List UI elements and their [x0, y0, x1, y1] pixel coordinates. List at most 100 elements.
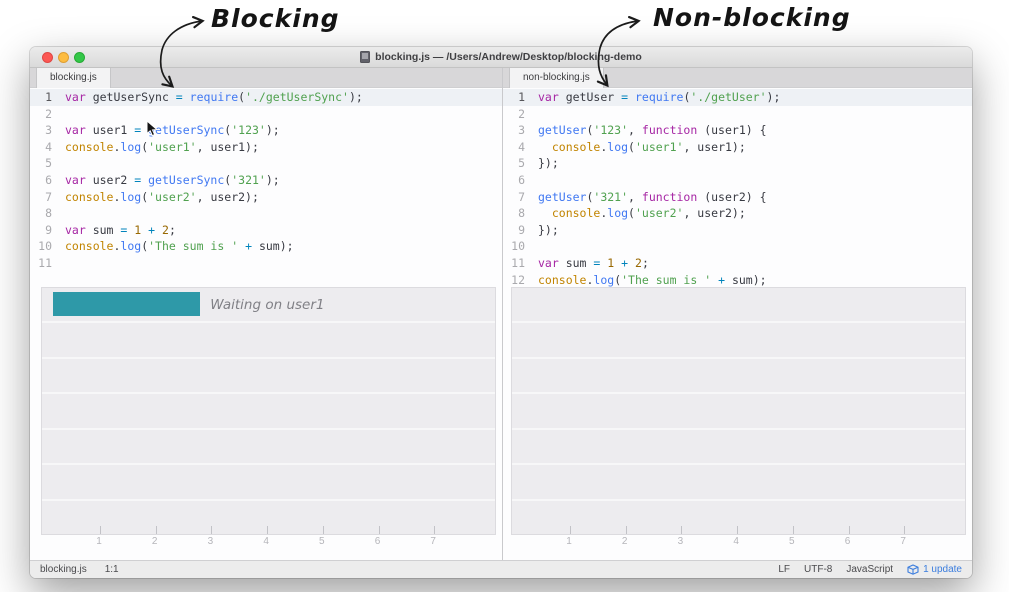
code-text: var getUser = require('./getUser'); — [525, 89, 780, 106]
code-line[interactable]: 1var getUserSync = require('./getUserSyn… — [30, 89, 502, 106]
tick-label: 2 — [152, 536, 158, 547]
pane-blocking: blocking.js 1var getUserSync = require('… — [30, 68, 502, 560]
update-link[interactable]: 1 update — [907, 564, 962, 575]
update-link-text: 1 update — [923, 564, 962, 575]
progress-bar — [53, 292, 201, 316]
close-button[interactable] — [42, 52, 53, 63]
chart-row — [512, 359, 965, 392]
line-number: 4 — [30, 139, 52, 156]
chart-row — [512, 501, 965, 534]
chart-row — [512, 430, 965, 463]
line-number: 5 — [30, 155, 52, 172]
code-line[interactable]: 8 — [30, 205, 502, 222]
tick-label: 6 — [845, 536, 851, 547]
tick-label: 5 — [789, 536, 795, 547]
status-line-ending[interactable]: LF — [778, 564, 790, 575]
chart-row — [42, 465, 495, 498]
chart-row — [42, 501, 495, 534]
line-number: 1 — [30, 89, 52, 106]
code-line[interactable]: 3var user1 = getUserSync('123'); — [30, 122, 502, 139]
minimize-button[interactable] — [58, 52, 69, 63]
code-text — [52, 155, 65, 172]
code-text — [525, 106, 538, 123]
document-icon — [360, 51, 370, 63]
chart-plot: Waiting on user1 — [41, 287, 496, 535]
code-line[interactable]: 9}); — [503, 222, 972, 239]
timeline-chart-nonblocking: 1234567 — [511, 287, 966, 549]
tick-label: 4 — [733, 536, 739, 547]
fullscreen-button[interactable] — [74, 52, 85, 63]
line-number: 6 — [503, 172, 525, 189]
status-encoding[interactable]: UTF-8 — [804, 564, 832, 575]
code-line[interactable]: 6var user2 = getUserSync('321'); — [30, 172, 502, 189]
window-title-text: blocking.js — /Users/Andrew/Desktop/bloc… — [375, 51, 642, 63]
code-line[interactable]: 10console.log('The sum is ' + sum); — [30, 238, 502, 255]
code-line[interactable]: 6 — [503, 172, 972, 189]
code-line[interactable]: 9var sum = 1 + 2; — [30, 222, 502, 239]
code-line[interactable]: 1var getUser = require('./getUser'); — [503, 89, 972, 106]
blocking-annotation: Blocking — [211, 4, 340, 33]
code-text — [52, 106, 65, 123]
editor-blocking[interactable]: 1var getUserSync = require('./getUserSyn… — [30, 88, 502, 560]
code-text: console.log('user2', user2); — [52, 189, 259, 206]
editor-window: blocking.js — /Users/Andrew/Desktop/bloc… — [30, 47, 972, 578]
chart-row — [512, 288, 965, 321]
code-text — [525, 172, 538, 189]
line-number: 3 — [30, 122, 52, 139]
code-line[interactable]: 7console.log('user2', user2); — [30, 189, 502, 206]
pane-nonblocking: non-blocking.js 1var getUser = require('… — [503, 68, 972, 560]
line-number: 7 — [30, 189, 52, 206]
code-line[interactable]: 12console.log('The sum is ' + sum); — [503, 272, 972, 289]
code-text — [52, 205, 65, 222]
titlebar[interactable]: blocking.js — /Users/Andrew/Desktop/bloc… — [30, 47, 972, 68]
chart-plot — [511, 287, 966, 535]
tab-non-blocking-js[interactable]: non-blocking.js — [509, 68, 604, 88]
editor-nonblocking[interactable]: 1var getUser = require('./getUser');23ge… — [503, 88, 972, 560]
line-number: 11 — [503, 255, 525, 272]
tick-label: 2 — [622, 536, 628, 547]
code-text: getUser('123', function (user1) { — [525, 122, 767, 139]
code-line[interactable]: 8 console.log('user2', user2); — [503, 205, 972, 222]
editor-panes: blocking.js 1var getUserSync = require('… — [30, 68, 972, 560]
nonblocking-annotation: Non-blocking — [653, 3, 851, 32]
line-number: 3 — [503, 122, 525, 139]
tick-label: 3 — [208, 536, 214, 547]
code-line[interactable]: 2 — [30, 106, 502, 123]
code-line[interactable]: 11var sum = 1 + 2; — [503, 255, 972, 272]
code-line[interactable]: 11 — [30, 255, 502, 272]
code-line[interactable]: 4console.log('user1', user1); — [30, 139, 502, 156]
code-line[interactable]: 5 — [30, 155, 502, 172]
code-text — [525, 238, 538, 255]
code-line[interactable]: 5}); — [503, 155, 972, 172]
bar-label: Waiting on user1 — [210, 297, 324, 313]
code-line[interactable]: 2 — [503, 106, 972, 123]
code-text: console.log('user1', user1); — [52, 139, 259, 156]
code-line[interactable]: 3getUser('123', function (user1) { — [503, 122, 972, 139]
tab-blocking-js[interactable]: blocking.js — [36, 68, 111, 88]
code-text: var user2 = getUserSync('321'); — [52, 172, 280, 189]
code-line[interactable]: 10 — [503, 238, 972, 255]
code-text: var sum = 1 + 2; — [525, 255, 649, 272]
tick-label: 7 — [430, 536, 436, 547]
tick-label: 5 — [319, 536, 325, 547]
code-area-nonblocking: 1var getUser = require('./getUser');23ge… — [503, 89, 972, 305]
traffic-lights — [42, 52, 85, 63]
status-language[interactable]: JavaScript — [846, 564, 893, 575]
code-line[interactable]: 7getUser('321', function (user2) { — [503, 189, 972, 206]
chart-row — [42, 359, 495, 392]
line-number: 1 — [503, 89, 525, 106]
code-line[interactable]: 4 console.log('user1', user1); — [503, 139, 972, 156]
chart-row — [512, 394, 965, 427]
code-text: console.log('user1', user1); — [525, 139, 746, 156]
desktop: Blocking Non-blocking — [0, 0, 1009, 592]
line-number: 12 — [503, 272, 525, 289]
code-text: console.log('user2', user2); — [525, 205, 746, 222]
mouse-cursor — [146, 120, 160, 138]
window-title: blocking.js — /Users/Andrew/Desktop/bloc… — [30, 47, 972, 67]
line-number: 11 — [30, 255, 52, 272]
code-text: getUser('321', function (user2) { — [525, 189, 767, 206]
line-number: 2 — [30, 106, 52, 123]
chart-row — [512, 323, 965, 356]
line-number: 8 — [503, 205, 525, 222]
status-cursor-position[interactable]: 1:1 — [105, 564, 119, 575]
